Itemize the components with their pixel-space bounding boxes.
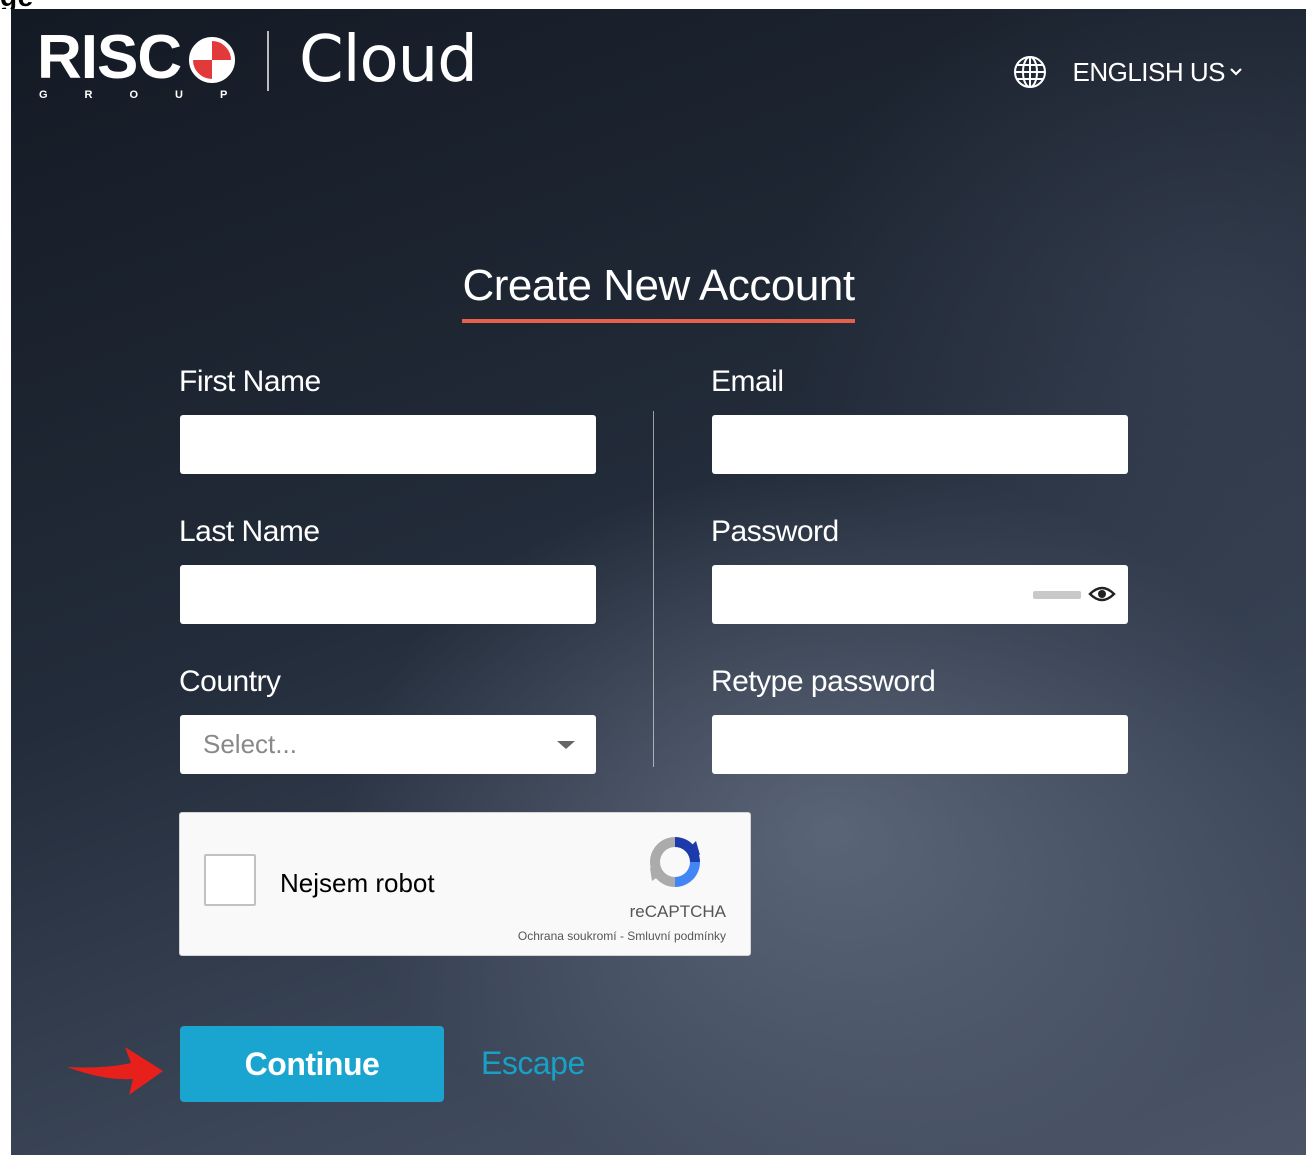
last-name-label: Last Name [179, 515, 320, 548]
product-name: Cloud [299, 23, 478, 97]
email-input[interactable] [712, 415, 1128, 474]
globe-icon [1013, 56, 1046, 88]
language-label: ENGLISH US [1072, 56, 1226, 87]
signup-page: RISC GROUP Cloud ENGLISH US Create New A… [11, 9, 1306, 1155]
risco-logo: RISC GROUP [37, 27, 247, 103]
password-field[interactable] [712, 565, 1128, 624]
caption-strip: ge [0, 0, 1306, 9]
country-select[interactable]: Select... [180, 715, 596, 774]
logo-wordmark: RISC [37, 23, 182, 92]
red-arrow-icon [67, 1047, 163, 1095]
logo-group-text: GROUP [39, 89, 265, 101]
column-divider [653, 411, 654, 767]
chevron-down-icon [1230, 68, 1242, 76]
page-title: Create New Account [462, 261, 855, 323]
last-name-input[interactable] [180, 565, 596, 624]
eye-icon[interactable] [1088, 583, 1116, 605]
recaptcha-links: Ochrana soukromí - Smluvní podmínky [518, 929, 726, 943]
recaptcha-brand: reCAPTCHA [629, 902, 726, 921]
continue-button[interactable]: Continue [180, 1026, 444, 1102]
retype-password-input[interactable] [712, 715, 1128, 774]
logo-swirl-icon [189, 37, 235, 83]
dropdown-arrow-icon [557, 741, 575, 749]
recaptcha-widget: Nejsem robot reCAPTCHA Ochrana soukromí … [179, 812, 751, 956]
country-placeholder: Select... [203, 729, 297, 759]
recaptcha-privacy-link[interactable]: Ochrana soukromí [518, 929, 617, 943]
recaptcha-link-separator: - [616, 929, 628, 943]
country-label: Country [179, 665, 281, 698]
email-label: Email [711, 365, 784, 398]
recaptcha-logo-icon [650, 837, 700, 887]
logo-divider [267, 31, 269, 91]
password-strength-bar [1033, 591, 1081, 599]
first-name-label: First Name [179, 365, 321, 398]
title-wrapper: Create New Account [11, 261, 1306, 323]
password-label: Password [711, 515, 839, 548]
first-name-input[interactable] [180, 415, 596, 474]
risco-cloud-logo: RISC GROUP Cloud [37, 23, 478, 103]
recaptcha-checkbox[interactable] [204, 854, 256, 906]
retype-password-label: Retype password [711, 665, 936, 698]
caption-fragment: ge [0, 0, 34, 9]
escape-link[interactable]: Escape [481, 1045, 585, 1082]
language-selector[interactable]: ENGLISH US [1013, 55, 1270, 89]
recaptcha-label: Nejsem robot [280, 868, 435, 898]
recaptcha-terms-link[interactable]: Smluvní podmínky [627, 929, 726, 943]
